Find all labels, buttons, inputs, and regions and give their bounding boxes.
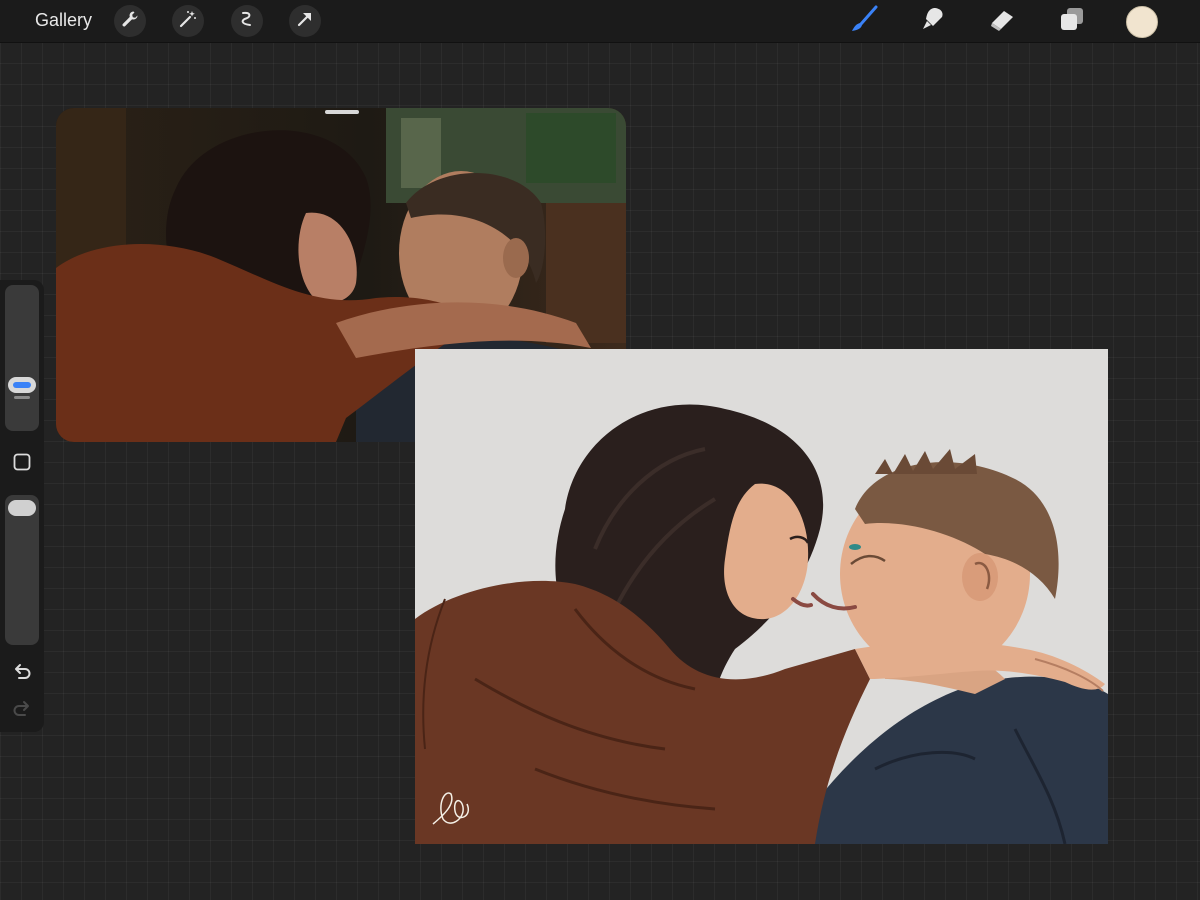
top-toolbar: Gallery [0, 0, 1200, 43]
redo-button[interactable] [9, 698, 35, 724]
selection-icon [237, 9, 257, 34]
transform-button[interactable] [289, 5, 321, 37]
left-sidebar [0, 280, 44, 732]
wrench-icon [120, 9, 140, 34]
redo-icon [11, 698, 33, 725]
square-icon [12, 452, 32, 477]
opacity-slider[interactable] [5, 495, 39, 645]
smudge-icon [918, 4, 948, 39]
adjustments-button[interactable] [172, 5, 204, 37]
layers-button[interactable] [1055, 5, 1089, 37]
undo-button[interactable] [9, 661, 35, 687]
color-picker-button[interactable] [1126, 6, 1158, 38]
eraser-icon [987, 4, 1017, 39]
brush-size-slider[interactable] [5, 285, 39, 431]
transform-arrow-icon [295, 9, 315, 34]
modify-button[interactable] [9, 451, 35, 477]
gallery-button[interactable]: Gallery [35, 10, 92, 31]
reference-drag-handle[interactable] [325, 110, 359, 114]
magic-wand-icon [178, 9, 198, 34]
eraser-tool-button[interactable] [985, 5, 1019, 37]
undo-icon [11, 661, 33, 688]
opacity-thumb[interactable] [8, 500, 36, 516]
smudge-tool-button[interactable] [916, 5, 950, 37]
brush-icon [849, 4, 879, 39]
actions-button[interactable] [114, 5, 146, 37]
brush-tool-button[interactable] [847, 5, 881, 37]
drawing-canvas[interactable] [415, 349, 1108, 844]
selection-button[interactable] [231, 5, 263, 37]
artwork-illustration [415, 349, 1108, 844]
brush-size-thumb[interactable] [8, 377, 36, 393]
layers-icon [1057, 4, 1087, 39]
